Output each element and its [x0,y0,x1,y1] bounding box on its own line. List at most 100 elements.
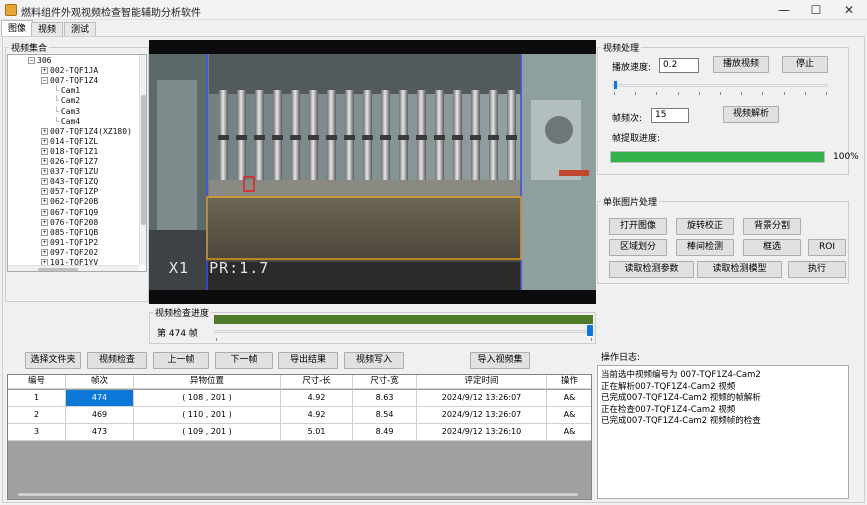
table-cell-frame[interactable]: 474 [66,390,134,407]
play-video-button[interactable]: 播放视频 [713,56,769,73]
table-cell-pos[interactable]: ( 108 , 201 ) [134,390,281,407]
tree-node[interactable]: +076-TQF208 [41,218,98,227]
export-results-button[interactable]: 导出结果 [278,352,338,369]
collapse-icon[interactable]: − [41,77,48,85]
rotate-correct-button[interactable]: 旋转校正 [676,218,734,235]
table-cell-frame[interactable]: 469 [66,407,134,424]
video-tree[interactable]: −306 +002-TQF1JA −007-TQF1Z4 └ Cam1 └ Cam2 └ Cam… [7,54,147,272]
tree-node[interactable]: +026-TQF1Z7 [41,157,98,166]
table-cell-len[interactable]: 5.01 [281,424,353,441]
table-cell-time[interactable]: 2024/9/12 13:26:07 [417,390,547,407]
tree-node[interactable]: +097-TQF202 [41,248,98,257]
tree-node[interactable]: +067-TQF1Q9 [41,208,98,217]
expand-icon[interactable]: + [41,158,48,165]
expand-icon[interactable]: + [41,228,48,236]
table-cell-id[interactable]: 1 [8,390,66,407]
tree-node[interactable]: +091-TQF1P2 [41,238,98,247]
region-divide-button[interactable]: 区域划分 [609,239,667,256]
tree-horizontal-scrollbar[interactable] [8,265,139,271]
frame-interval-input[interactable]: 15 [651,108,689,123]
video-check-button[interactable]: 视频检查 [87,352,147,369]
tree-node[interactable]: +007-TQF1Z4(XZ180) [41,127,132,136]
table-cell-op[interactable]: A& [547,424,591,441]
tree-node[interactable]: −007-TQF1Z4 [41,76,98,85]
prev-frame-button[interactable]: 上一帧 [153,352,209,369]
expand-icon[interactable]: + [41,198,48,206]
video-write-button[interactable]: 视频写入 [344,352,404,369]
tree-node[interactable]: +002-TQF1JA [41,66,98,75]
tab-test[interactable]: 测试 [64,22,97,37]
expand-icon[interactable]: + [41,238,48,246]
expand-icon[interactable]: + [41,67,48,75]
tree-node[interactable]: └ Cam1 [54,86,80,95]
col-header-operation[interactable]: 操作 [547,375,591,389]
expand-icon[interactable]: + [41,188,48,196]
gap-detect-button[interactable]: 棒间检测 [676,239,734,256]
results-table[interactable]: 编号 帧次 异物位置 尺寸-长 尺寸-宽 评定时间 操作 1 474( 108 ,… [7,374,592,500]
speed-slider-track[interactable] [612,84,828,87]
table-cell-wid[interactable]: 8.63 [353,390,417,407]
tab-video[interactable]: 视频 [31,22,64,37]
tree-node[interactable]: +057-TQF1ZP [41,187,98,196]
tree-node[interactable]: −306 [28,56,51,65]
table-cell-wid[interactable]: 8.49 [353,424,417,441]
speed-input[interactable]: 0.2 [659,58,699,73]
table-horizontal-scrollbar[interactable] [18,493,578,496]
speed-slider-thumb[interactable] [614,81,617,89]
tab-image[interactable]: 图像 [1,20,34,37]
tree-node[interactable]: +085-TQF1QB [41,228,98,237]
table-cell-time[interactable]: 2024/9/12 13:26:10 [417,424,547,441]
table-cell-id[interactable]: 2 [8,407,66,424]
background-segment-button[interactable]: 背景分割 [743,218,801,235]
collapse-icon[interactable]: − [28,57,35,64]
read-params-button[interactable]: 读取检测参数 [609,261,694,278]
table-cell-frame[interactable]: 473 [66,424,134,441]
table-cell-pos[interactable]: ( 109 , 201 ) [134,424,281,441]
table-cell-len[interactable]: 4.92 [281,390,353,407]
tree-node[interactable]: +014-TQF1ZL [41,137,98,146]
frame-slider-thumb[interactable] [587,325,593,336]
col-header-width[interactable]: 尺寸-宽 [353,375,417,389]
expand-icon[interactable]: + [41,178,48,186]
op-log-textarea[interactable]: 当前选中视频编号为 007-TQF1Z4-Cam2 正在解析007-TQF1Z4-… [597,365,849,499]
expand-icon[interactable]: + [41,127,48,135]
maximize-button[interactable]: ☐ [800,0,832,20]
execute-button[interactable]: 执行 [788,261,846,278]
video-frame[interactable]: X1 PR:1.7 [149,40,596,304]
parse-video-button[interactable]: 视频解析 [723,106,779,123]
box-select-button[interactable]: 框选 [743,239,801,256]
tree-vertical-scrollbar[interactable] [139,55,146,265]
tree-node[interactable]: +062-TQF20B [41,197,98,206]
next-frame-button[interactable]: 下一帧 [215,352,273,369]
col-header-length[interactable]: 尺寸-长 [281,375,353,389]
tree-hscroll-thumb[interactable] [38,268,78,271]
col-header-time[interactable]: 评定时间 [417,375,547,389]
tree-node[interactable]: +043-TQF1ZQ [41,177,98,186]
table-cell-time[interactable]: 2024/9/12 13:26:07 [417,407,547,424]
select-folder-button[interactable]: 选择文件夹 [25,352,81,369]
expand-icon[interactable]: + [41,168,48,176]
read-model-button[interactable]: 读取检测模型 [697,261,782,278]
tree-node[interactable]: └ Cam3 [54,107,80,116]
expand-icon[interactable]: + [41,147,48,155]
frame-slider-track[interactable] [214,330,592,333]
col-header-id[interactable]: 编号 [8,375,66,389]
import-video-set-button[interactable]: 导入视频集 [470,352,530,369]
close-button[interactable]: ✕ [833,0,865,20]
expand-icon[interactable]: + [41,137,48,145]
tree-node[interactable]: +018-TQF1Z1 [41,147,98,156]
table-cell-op[interactable]: A& [547,407,591,424]
table-cell-len[interactable]: 4.92 [281,407,353,424]
expand-icon[interactable]: + [41,218,48,226]
tree-node[interactable]: └ Cam4 [54,117,80,126]
table-cell-wid[interactable]: 8.54 [353,407,417,424]
tree-node[interactable]: +037-TQF1ZU [41,167,98,176]
table-cell-op[interactable]: A& [547,390,591,407]
col-header-frame[interactable]: 帧次 [66,375,134,389]
minimize-button[interactable]: — [768,0,800,20]
tree-node[interactable]: └ Cam2 [54,96,80,105]
table-cell-pos[interactable]: ( 110 , 201 ) [134,407,281,424]
table-cell-id[interactable]: 3 [8,424,66,441]
expand-icon[interactable]: + [41,208,48,216]
expand-icon[interactable]: + [41,248,48,256]
